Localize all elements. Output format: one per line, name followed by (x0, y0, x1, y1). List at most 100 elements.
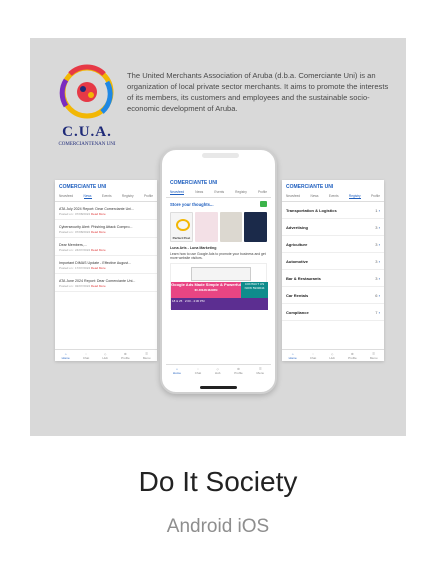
tab-profile[interactable]: Profile (144, 194, 153, 199)
nav-profile[interactable]: ⚙ Profile (234, 367, 243, 375)
chevron-right-icon: › (378, 275, 380, 281)
ad-dates: 18 & 25 2:00 - 4:30 PM (171, 297, 268, 310)
nav-home[interactable]: ⌂ Home (62, 352, 70, 360)
category-item[interactable]: Transportation & Logistics 1 › (282, 202, 384, 219)
app-header-title: COMERCIANTE UNI (286, 184, 334, 190)
news-date: Posted on : 24/07/2024 (59, 248, 91, 252)
chevron-right-icon: › (378, 292, 380, 298)
app-name[interactable]: Do It Society (30, 466, 406, 498)
bottom-nav: ⌂ Home ◌ Chat ◇ Hub ⚙ Profile ☰ Menu (55, 349, 157, 361)
tab-newsfeed[interactable]: Newsfeed (286, 194, 300, 199)
read-more-link[interactable]: Read More (91, 248, 106, 252)
tab-profile[interactable]: Profile (258, 190, 267, 195)
tab-bar: Newsfeed News Events Registry Profile (55, 193, 157, 202)
nav-menu[interactable]: ☰ Menu (257, 367, 265, 375)
ad-cta: CONTACT US NOW 5933044 (241, 281, 268, 298)
logo-abbreviation: C.U.A. (62, 124, 112, 140)
tab-events[interactable]: Events (329, 194, 339, 199)
chevron-right-icon: › (378, 241, 380, 247)
post-author[interactable]: Luna Arts - Luna Marketing (166, 244, 271, 252)
phone-mockup: COMERCIANTE UNI Newsfeed News Events Reg… (160, 148, 277, 394)
read-more-link[interactable]: Read More (91, 284, 106, 288)
app-header-title: COMERCIANTE UNI (170, 180, 218, 186)
tab-registry[interactable]: Registry (235, 190, 247, 195)
tab-news[interactable]: News (195, 190, 203, 195)
thumbnail[interactable] (219, 212, 243, 242)
media-thumbnails: Perfect Post (166, 210, 271, 244)
news-date: Posted on : 07/08/2024 (59, 230, 91, 234)
category-item[interactable]: Automotive 3 › (282, 253, 384, 270)
news-date: Posted on : 02/07/2024 (59, 284, 91, 288)
registry-screen-preview: COMERCIANTE UNI Newsfeed News Events Reg… (282, 180, 384, 361)
thumbnail[interactable] (194, 212, 218, 242)
organization-description: The United Merchants Association of Arub… (127, 71, 389, 113)
nav-chat[interactable]: ◌ Chat (310, 352, 316, 360)
home-indicator (200, 386, 237, 389)
nav-profile[interactable]: ⚙ Profile (348, 352, 357, 360)
logo-mark-icon (59, 64, 114, 119)
tab-news[interactable]: News (83, 194, 92, 199)
nav-hub[interactable]: ◇ Hub (329, 352, 335, 360)
tab-newsfeed[interactable]: Newsfeed (59, 194, 73, 199)
nav-home[interactable]: ⌂ Home (173, 367, 181, 375)
bottom-nav: ⌂ Home ◌ Chat ◇ Hub ⚙ Profile ☰ Menu (166, 364, 271, 376)
read-more-link[interactable]: Read More (91, 212, 106, 216)
nav-chat[interactable]: ◌ Chat (83, 352, 89, 360)
category-item[interactable]: Advertising 3 › (282, 219, 384, 236)
chevron-right-icon: › (378, 224, 380, 230)
newsfeed-screen: COMERCIANTE UNI Newsfeed News Events Reg… (166, 176, 271, 376)
category-item[interactable]: Compliance 7 › (282, 304, 384, 321)
store-thoughts-input[interactable]: Store your thoughts... (166, 198, 271, 210)
nav-hub[interactable]: ◇ Hub (102, 352, 108, 360)
laptop-illustration (191, 266, 251, 281)
read-more-link[interactable]: Read More (91, 230, 106, 234)
chevron-right-icon: › (378, 258, 380, 264)
nav-home[interactable]: ⌂ Home (289, 352, 297, 360)
image-upload-icon[interactable] (260, 201, 267, 207)
tab-bar: Newsfeed News Events Registry Profile (166, 189, 271, 198)
list-item[interactable]: ATA June 2024 Report: Dear Comerciante U… (55, 274, 157, 292)
tab-newsfeed[interactable]: Newsfeed (170, 190, 185, 195)
app-header-title: COMERCIANTE UNI (59, 184, 107, 190)
bottom-nav: ⌂ Home ◌ Chat ◇ Hub ⚙ Profile ☰ Menu (282, 349, 384, 361)
category-item[interactable]: Agriculture 3 › (282, 236, 384, 253)
phone-notch (202, 153, 239, 158)
list-item[interactable]: Important DIMAS Update - Effective Augus… (55, 256, 157, 274)
category-item[interactable]: Bar & Restaurants 3 › (282, 270, 384, 287)
tab-bar: Newsfeed News Events Registry Profile (282, 193, 384, 202)
post-text: Learn how to use Google Ads to promote y… (170, 252, 266, 261)
nav-chat[interactable]: ◌ Chat (195, 367, 201, 375)
nav-profile[interactable]: ⚙ Profile (121, 352, 130, 360)
hero-section: C.U.A. COMERCIANTENAN UNI The United Mer… (30, 38, 406, 436)
logo-tagline: COMERCIANTENAN UNI (58, 142, 116, 147)
thumbnail[interactable]: Perfect Post (170, 212, 193, 242)
thumbnail[interactable] (244, 212, 267, 242)
chevron-right-icon: › (378, 309, 380, 315)
card-footer: Do It Society Android iOS (30, 436, 406, 570)
nav-menu[interactable]: ☰ Menu (143, 352, 151, 360)
list-item[interactable]: ATA July 2024 Report: Dear Comerciante U… (55, 202, 157, 220)
tab-registry[interactable]: Registry (348, 194, 361, 199)
thumb-label: Perfect Post (172, 236, 191, 240)
tab-profile[interactable]: Profile (371, 194, 380, 199)
category-item[interactable]: Car Rentals 6 › (282, 287, 384, 304)
read-more-link[interactable]: Read More (91, 266, 106, 270)
app-showcase-card[interactable]: C.U.A. COMERCIANTENAN UNI The United Mer… (30, 38, 406, 570)
cua-logo: C.U.A. COMERCIANTENAN UNI (52, 62, 122, 154)
ad-headline: Google Ads Made Simple & Powerful IN JOHN… (171, 281, 241, 298)
list-item[interactable]: Cybersecurity Alert: Phishing Attack Com… (55, 220, 157, 238)
chevron-right-icon: › (378, 207, 380, 213)
ad-image[interactable]: Google Ads Made Simple & Powerful IN JOHN… (170, 262, 268, 310)
news-date: Posted on : 07/08/2024 (59, 212, 91, 216)
tab-news[interactable]: News (311, 194, 319, 199)
platform-list: Android iOS (166, 516, 270, 537)
tab-registry[interactable]: Registry (122, 194, 134, 199)
tab-events[interactable]: Events (214, 190, 224, 195)
logo-thumb-icon (176, 219, 190, 231)
news-screen-preview: COMERCIANTE UNI Newsfeed News Events Reg… (55, 180, 157, 361)
news-date: Posted on : 17/07/2024 (59, 266, 91, 270)
tab-events[interactable]: Events (102, 194, 112, 199)
nav-hub[interactable]: ◇ Hub (215, 367, 221, 375)
nav-menu[interactable]: ☰ Menu (370, 352, 378, 360)
list-item[interactable]: Dear Members,... Posted on : 24/07/2024 … (55, 238, 157, 256)
